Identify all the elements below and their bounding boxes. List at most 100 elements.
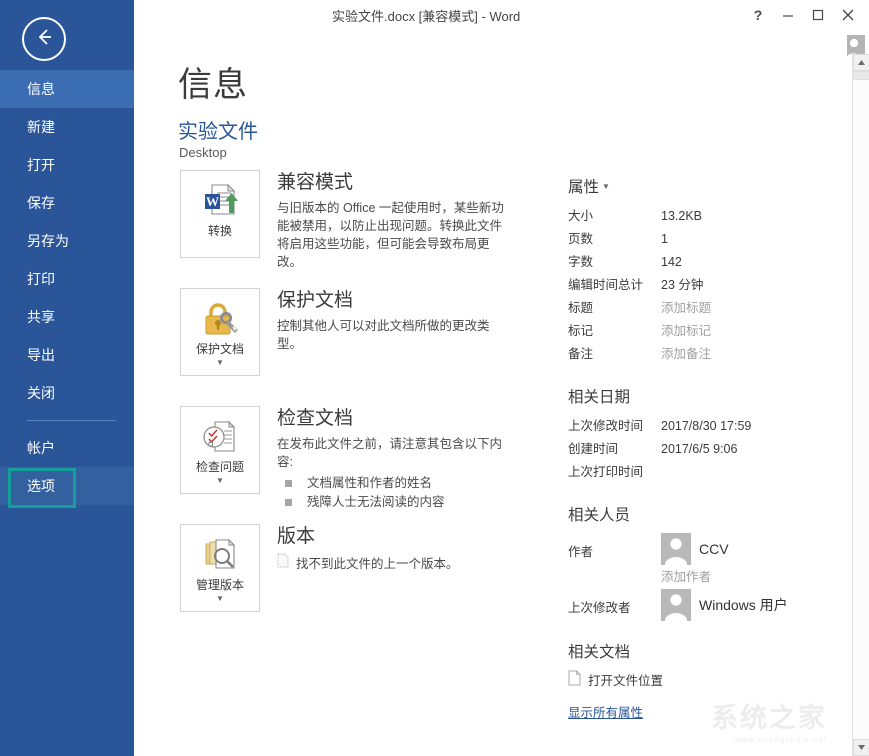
sidebar-item-account[interactable]: 帐户 [0,429,134,467]
chevron-down-icon[interactable]: ▼ [602,182,610,191]
scrollbar-thumb[interactable] [853,71,869,80]
sidebar-item-label: 打印 [27,269,55,289]
property-row-pages: 页数 1 [568,228,833,251]
open-file-location-label: 打开文件位置 [588,670,663,689]
tile-label: 转换 [208,225,232,238]
properties-heading-label: 属性 [568,175,599,197]
related-dates-section: 相关日期 上次修改时间 2017/8/30 17:59 创建时间 2017/6/… [568,385,833,484]
block-title: 保护文档 [277,290,510,313]
person-avatar-icon [661,533,691,565]
minimize-icon[interactable] [773,2,803,28]
sidebar-item-export[interactable]: 导出 [0,336,134,374]
word-convert-icon: W [199,179,241,223]
restore-icon[interactable] [803,2,833,28]
sidebar-item-save[interactable]: 保存 [0,184,134,222]
property-key: 大小 [568,205,661,228]
property-value[interactable]: 添加备注 [661,343,711,366]
author-chip[interactable]: CCV [661,533,729,565]
property-key: 标题 [568,297,661,320]
sidebar-item-close[interactable]: 关闭 [0,374,134,412]
vertical-scrollbar[interactable] [852,54,869,756]
scrollbar-track[interactable] [853,71,869,739]
sidebar-item-label: 保存 [27,193,55,213]
show-all-properties-link[interactable]: 显示所有属性 [568,702,643,721]
file-icon [568,670,581,689]
word-backstage-window: 信息 新建 打开 保存 另存为 打印 共享 导出 [0,0,869,756]
date-value: 2017/6/5 9:06 [661,438,737,461]
properties-heading[interactable]: 属性 ▼ [568,175,833,197]
block-description: 与旧版本的 Office 一起使用时，某些新功能被禁用，以防止出现问题。转换此文… [277,199,505,272]
property-value[interactable]: 添加标记 [661,320,711,343]
property-row-comments[interactable]: 备注 添加备注 [568,343,833,366]
sidebar-item-label: 打开 [27,155,55,175]
properties-list: 大小 13.2KB 页数 1 字数 142 编辑时间总计 23 分钟 标题 [568,205,833,366]
info-blocks: W 转换 兼容模式 与旧版本的 Office 一起使用时，某些新功能被禁用，以防… [180,170,510,642]
manage-versions-icon [199,533,241,577]
sidebar-item-options[interactable]: 选项 [0,467,134,505]
sidebar-item-label: 另存为 [27,231,69,251]
date-key: 上次打印时间 [568,461,661,484]
document-path: Desktop [179,145,227,160]
sidebar-item-info[interactable]: 信息 [0,70,134,108]
protect-document-button[interactable]: 保护文档 ▼ [180,288,260,376]
scroll-down-icon[interactable] [853,739,869,756]
property-key: 标记 [568,320,661,343]
sidebar-item-label: 关闭 [27,383,55,403]
block-title: 检查文档 [277,408,510,431]
page-title: 信息 [178,57,248,106]
add-author-button[interactable]: 添加作者 [661,565,833,589]
manage-versions-button[interactable]: 管理版本 ▼ [180,524,260,612]
property-row-words: 字数 142 [568,251,833,274]
block-title: 版本 [277,526,510,549]
related-dates-heading: 相关日期 [568,385,833,407]
back-button[interactable] [22,17,66,61]
sidebar-item-label: 信息 [27,79,55,99]
version-note: 找不到此文件的上一个版本。 [296,553,459,572]
block-body: 版本 找不到此文件的上一个版本。 [277,524,510,572]
property-row-tags[interactable]: 标记 添加标记 [568,320,833,343]
info-block-protect: 保护文档 ▼ 保护文档 控制其他人可以对此文档所做的更改类型。 [180,288,510,406]
sidebar-item-new[interactable]: 新建 [0,108,134,146]
chevron-down-icon[interactable]: ▼ [216,477,224,485]
tile-label: 管理版本 [196,579,244,592]
person-row-author: 作者 CCV [568,533,833,565]
date-key: 创建时间 [568,438,661,461]
scroll-up-icon[interactable] [853,54,869,71]
sidebar-item-label: 新建 [27,117,55,137]
inspect-findings-list: 文档属性和作者的姓名 残障人士无法阅读的内容 [277,474,510,513]
property-row-title[interactable]: 标题 添加标题 [568,297,833,320]
block-description: 控制其他人可以对此文档所做的更改类型。 [277,317,505,353]
list-item: 文档属性和作者的姓名 [277,474,510,493]
person-key: 上次修改者 [568,589,661,620]
block-title: 兼容模式 [277,172,510,195]
sidebar-item-save-as[interactable]: 另存为 [0,222,134,260]
property-row-size: 大小 13.2KB [568,205,833,228]
document-name: 实验文件 [178,115,258,144]
backstage-sidebar: 信息 新建 打开 保存 另存为 打印 共享 导出 [0,0,134,756]
tile-label: 保护文档 [196,343,244,356]
open-file-location-button[interactable]: 打开文件位置 [568,670,833,689]
close-icon[interactable] [833,2,863,28]
date-row-modified: 上次修改时间 2017/8/30 17:59 [568,415,833,438]
property-value[interactable]: 添加标题 [661,297,711,320]
svg-text:W: W [206,194,219,209]
property-value: 23 分钟 [661,274,703,297]
backstage-content: 信息 实验文件 Desktop W [134,30,847,756]
chevron-down-icon[interactable]: ▼ [216,359,224,367]
sidebar-item-share[interactable]: 共享 [0,298,134,336]
chevron-down-icon[interactable]: ▼ [216,595,224,603]
sidebar-item-label: 共享 [27,307,55,327]
block-body: 保护文档 控制其他人可以对此文档所做的更改类型。 [277,288,510,353]
modifier-chip[interactable]: Windows 用户 [661,589,788,621]
check-issues-button[interactable]: 检查问题 ▼ [180,406,260,494]
window-controls: ? [743,0,863,30]
property-value: 13.2KB [661,205,702,228]
sidebar-item-open[interactable]: 打开 [0,146,134,184]
sidebar-nav: 信息 新建 打开 保存 另存为 打印 共享 导出 [0,70,134,505]
person-avatar-icon [661,589,691,621]
related-documents-section: 相关文档 打开文件位置 显示所有属性 [568,640,833,722]
sidebar-item-print[interactable]: 打印 [0,260,134,298]
help-icon[interactable]: ? [743,2,773,28]
info-block-compatibility: W 转换 兼容模式 与旧版本的 Office 一起使用时，某些新功能被禁用，以防… [180,170,510,288]
convert-button[interactable]: W 转换 [180,170,260,258]
